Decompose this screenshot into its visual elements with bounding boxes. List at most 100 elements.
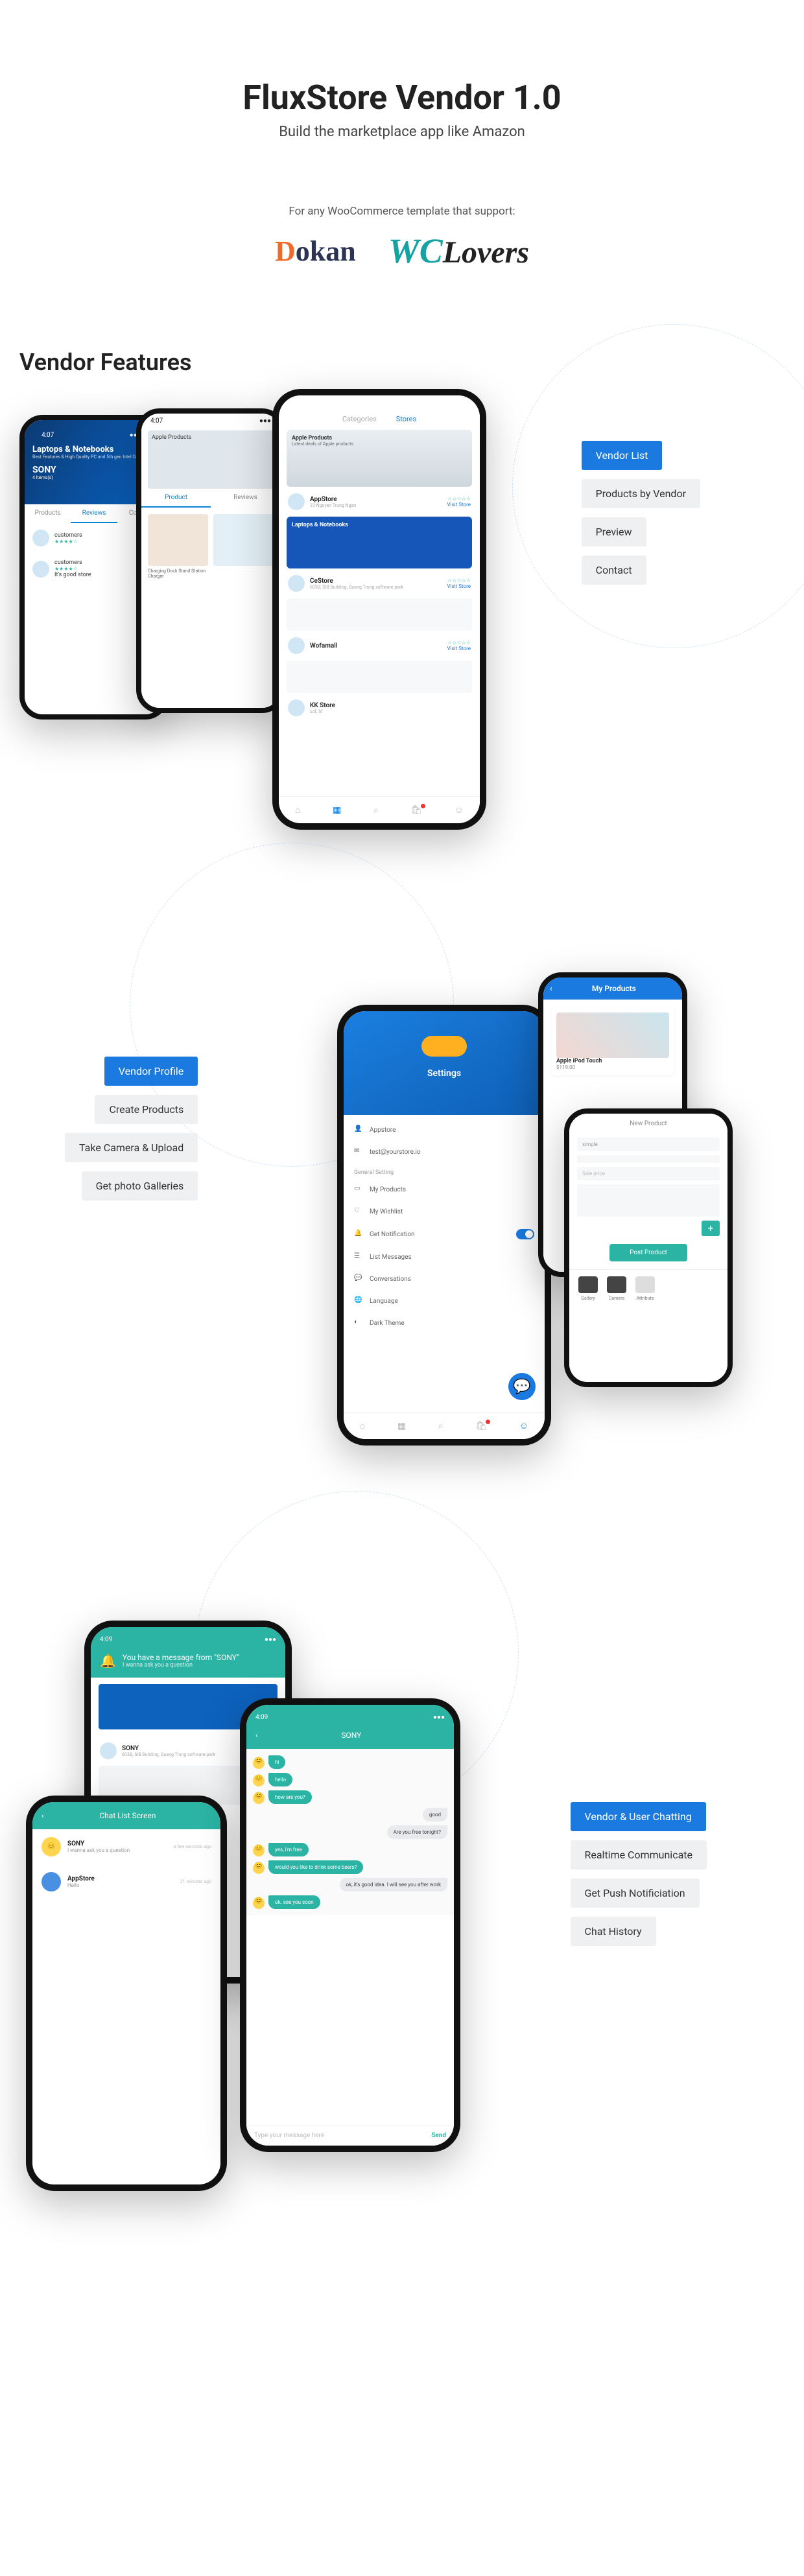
chat-bubble-received: Are you free tonight? xyxy=(387,1825,447,1839)
chat-bubble-sent: yes, i'm free xyxy=(268,1843,309,1856)
chip-preview[interactable]: Preview xyxy=(582,517,646,546)
field-name[interactable] xyxy=(577,1155,720,1163)
media-source-tabs[interactable]: Gallery Camera Attribute xyxy=(569,1269,727,1307)
add-button[interactable]: + xyxy=(702,1221,720,1236)
settings-item-conversations[interactable]: 💬Conversations xyxy=(344,1268,545,1290)
chip-push-notification[interactable]: Get Push Notificiation xyxy=(571,1879,700,1908)
vendor-banner-notebooks[interactable]: Laptops & Notebooks xyxy=(287,517,472,568)
avatar xyxy=(32,561,49,578)
bottom-nav[interactable]: ⌂ ▦ ⌕ 🛍 ☺ xyxy=(344,1412,545,1439)
media-camera[interactable]: Camera xyxy=(607,1276,626,1301)
field-type[interactable]: simple xyxy=(577,1138,720,1151)
settings-user[interactable]: 👤Appstore xyxy=(344,1119,545,1141)
notification-banner[interactable]: 4:09●●● 🔔 You have a message from "SONY"… xyxy=(91,1627,285,1678)
chip-create-products[interactable]: Create Products xyxy=(95,1095,198,1124)
visit-link[interactable]: Visit Store xyxy=(447,502,471,508)
wc-part: WC xyxy=(388,231,443,270)
settings-item-wishlist[interactable]: ♡My Wishlist xyxy=(344,1200,545,1223)
dokan-logo: Dokan xyxy=(275,235,356,268)
chat-input-bar: Type your message here Send xyxy=(246,2125,454,2146)
settings-item-products[interactable]: ▭My Products xyxy=(344,1178,545,1200)
toggle-switch[interactable] xyxy=(516,1229,534,1239)
media-gallery[interactable]: Gallery xyxy=(578,1276,598,1301)
settings-item-language[interactable]: 🌐Language xyxy=(344,1290,545,1312)
segment-tabs[interactable]: Categories Stores xyxy=(279,412,480,430)
settings-item-darktheme[interactable]: ◐Dark Theme xyxy=(344,1312,545,1334)
visit-link[interactable]: Visit Store xyxy=(447,583,471,589)
fab-chat[interactable]: 💬 xyxy=(508,1373,536,1400)
chat-list-item[interactable]: AppStore Hello 21 minutes ago xyxy=(32,1864,220,1899)
mail-icon: ✉ xyxy=(354,1147,363,1156)
attribute-icon xyxy=(635,1276,655,1293)
visit-link[interactable]: Visit Store xyxy=(447,646,471,651)
product-thumb[interactable] xyxy=(148,514,208,566)
vendor-banner-apple[interactable]: Apple Products Latest deals of Apple pro… xyxy=(287,430,472,487)
chip-chat-history[interactable]: Chat History xyxy=(571,1917,656,1946)
chat-list-item[interactable]: 😊 SONY I wanna ask you a question a few … xyxy=(32,1829,220,1864)
vendor-row[interactable]: AppStore 23 Nguyen Trung Ngan ☆☆☆☆☆ Visi… xyxy=(279,487,480,517)
hero-title: FluxStore Vendor 1.0 xyxy=(13,78,791,117)
cart-icon[interactable]: 🛍 xyxy=(475,1421,487,1431)
post-product-button[interactable]: Post Product xyxy=(609,1244,687,1261)
search-icon[interactable]: ⌕ xyxy=(373,805,379,815)
search-icon[interactable]: ⌕ xyxy=(438,1421,443,1431)
home-icon[interactable]: ⌂ xyxy=(360,1420,365,1431)
header-title: Chat List Screen xyxy=(99,1811,156,1820)
cart-icon[interactable]: 🛍 xyxy=(410,805,422,815)
vendor-name: SONY xyxy=(122,1745,215,1752)
settings-email[interactable]: ✉test@yourstore.io xyxy=(344,1141,545,1163)
chat-input[interactable]: Type your message here xyxy=(254,2132,324,2139)
settings-item-messages[interactable]: ☰List Messages xyxy=(344,1246,545,1268)
label: Attribute xyxy=(637,1296,654,1301)
chip-vendor-profile[interactable]: Vendor Profile xyxy=(104,1057,198,1086)
back-icon[interactable]: ‹ xyxy=(41,1811,44,1820)
avatar: 😊 xyxy=(253,1862,265,1874)
chip-vendor-list[interactable]: Vendor List xyxy=(582,441,663,470)
tab-reviews[interactable]: Reviews xyxy=(71,504,117,523)
lovers-part: Lovers xyxy=(443,235,529,270)
vendor-banner-placeholder xyxy=(287,598,472,631)
tab-product[interactable]: Product xyxy=(141,489,211,508)
vendor-row[interactable]: Wofamall ☆☆☆☆☆ Visit Store xyxy=(279,631,480,661)
media-attribute[interactable]: Attribute xyxy=(635,1276,655,1301)
field-description[interactable] xyxy=(577,1184,720,1217)
settings-item-notification[interactable]: 🔔Get Notification xyxy=(344,1223,545,1246)
vendor-row[interactable]: KK Store sdf, Sf xyxy=(279,693,480,723)
send-button[interactable]: Send xyxy=(431,2132,446,2139)
chip-chatting[interactable]: Vendor & User Chatting xyxy=(571,1802,706,1831)
chip-realtime[interactable]: Realtime Communicate xyxy=(571,1840,707,1869)
tab-categories[interactable]: Categories xyxy=(342,415,377,423)
store-tabs[interactable]: Product Reviews xyxy=(141,489,280,508)
back-icon[interactable]: ‹ xyxy=(550,984,552,993)
back-icon[interactable]: ‹ xyxy=(255,1731,258,1740)
field-sale-price[interactable]: Sale price xyxy=(577,1167,720,1180)
user-icon[interactable]: ☺ xyxy=(455,804,464,815)
settings-title: Settings xyxy=(344,1068,545,1079)
chat-bubble-sent: would you like to drink some beers? xyxy=(268,1860,363,1874)
grid-icon[interactable]: ▦ xyxy=(333,805,341,815)
home-icon[interactable]: ⌂ xyxy=(295,804,300,815)
product-price: $119.00 xyxy=(556,1064,669,1070)
product-card[interactable]: Apple iPod Touch $119.00 xyxy=(551,1007,674,1075)
vendor-row[interactable]: CeStore 603B, SIB Building, Quang Trung … xyxy=(279,568,480,598)
chip-camera-upload[interactable]: Take Camera & Upload xyxy=(65,1133,198,1162)
bottom-nav[interactable]: ⌂ ▦ ⌕ 🛍 ☺ xyxy=(279,796,480,823)
user-icon[interactable]: ☺ xyxy=(519,1420,528,1431)
chip-products-by-vendor[interactable]: Products by Vendor xyxy=(582,479,700,508)
tab-products[interactable]: Products xyxy=(25,504,71,523)
status-bar: 4:07●●● xyxy=(141,414,280,430)
review-text: It's good store xyxy=(54,572,91,578)
grid-icon[interactable]: ▦ xyxy=(397,1421,406,1431)
product-thumb[interactable] xyxy=(213,514,274,566)
tab-reviews[interactable]: Reviews xyxy=(211,489,280,508)
chip-contact[interactable]: Contact xyxy=(582,556,646,585)
phone-vendor-list: Categories Stores Apple Products Latest … xyxy=(272,389,486,830)
status-bar xyxy=(279,395,480,412)
avatar xyxy=(41,1872,61,1891)
chip-photo-galleries[interactable]: Get photo Galleries xyxy=(82,1171,198,1200)
tab-stores[interactable]: Stores xyxy=(396,415,416,423)
support-text: For any WooCommerce template that suppor… xyxy=(0,205,804,218)
label: Conversations xyxy=(370,1276,411,1283)
settings-avatar-pill xyxy=(421,1036,467,1057)
header-title: My Products xyxy=(592,984,636,993)
